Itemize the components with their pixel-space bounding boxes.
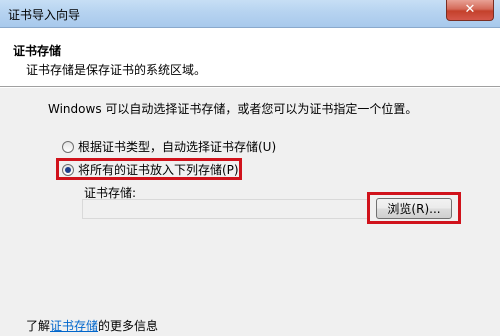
learn-more-suffix: 的更多信息 bbox=[98, 319, 159, 333]
learn-more-link[interactable]: 证书存储 bbox=[50, 319, 98, 333]
radio-unselected-icon[interactable] bbox=[62, 140, 74, 153]
store-field bbox=[82, 199, 370, 219]
page-title: 证书存储 bbox=[13, 44, 62, 58]
radio-place-all-label: 将所有的证书放入下列存储(P) bbox=[78, 163, 239, 177]
wizard-header: 证书存储 证书存储是保存证书的系统区域。 bbox=[0, 28, 500, 86]
learn-more-text: 了解证书存储的更多信息 bbox=[26, 317, 158, 334]
radio-auto-select[interactable]: 根据证书类型，自动选择证书存储(U) bbox=[62, 138, 276, 156]
wizard-content: Windows 可以自动选择证书存储，或者您可以为证书指定一个位置。 根据证书类… bbox=[0, 88, 500, 336]
radio-auto-select-label: 根据证书类型，自动选择证书存储(U) bbox=[78, 140, 277, 154]
browse-button[interactable]: 浏览(R)... bbox=[376, 198, 452, 219]
radio-place-all[interactable]: 将所有的证书放入下列存储(P) bbox=[62, 161, 239, 179]
radio-selected-icon[interactable] bbox=[62, 163, 74, 176]
intro-text: Windows 可以自动选择证书存储，或者您可以为证书指定一个位置。 bbox=[48, 102, 418, 116]
window-title: 证书导入向导 bbox=[8, 8, 81, 22]
page-subtitle: 证书存储是保存证书的系统区域。 bbox=[26, 63, 207, 77]
close-button[interactable]: ✕ bbox=[446, 0, 494, 21]
learn-more-prefix: 了解 bbox=[26, 319, 51, 333]
title-bar: 证书导入向导 ✕ bbox=[0, 0, 500, 28]
